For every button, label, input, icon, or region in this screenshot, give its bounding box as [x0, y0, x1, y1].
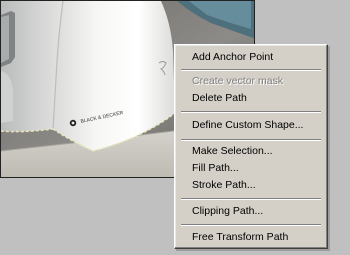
menu-separator	[181, 69, 321, 71]
menu-item-make-selection[interactable]: Make Selection...	[178, 143, 324, 159]
menu-item-define-custom-shape[interactable]: Define Custom Shape...	[178, 117, 324, 133]
menu-item-clipping-path[interactable]: Clipping Path...	[178, 203, 324, 219]
menu-item-stroke-path[interactable]: Stroke Path...	[178, 177, 324, 193]
menu-item-add-anchor-point[interactable]: Add Anchor Point	[178, 49, 324, 65]
menu-separator	[181, 139, 321, 141]
path-context-menu: Add Anchor Point Create vector mask Dele…	[174, 44, 328, 249]
menu-separator	[181, 198, 321, 200]
menu-item-create-vector-mask: Create vector mask	[192, 75, 284, 87]
menu-item-free-transform-path[interactable]: Free Transform Path	[178, 229, 324, 245]
menu-separator	[181, 224, 321, 226]
menu-item-delete-path[interactable]: Delete Path	[178, 90, 324, 106]
menu-separator	[181, 111, 321, 113]
menu-item-fill-path[interactable]: Fill Path...	[178, 160, 324, 176]
document-canvas: BLACK & DECKER Add Anchor Point Create v…	[0, 0, 350, 255]
